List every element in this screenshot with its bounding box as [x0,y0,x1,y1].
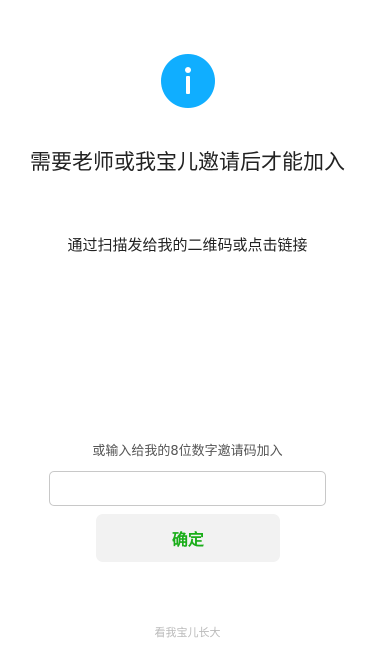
footer-link[interactable]: 看我宝儿长大 [0,625,375,641]
invite-code-input[interactable] [49,471,326,506]
page-title: 需要老师或我宝儿邀请后才能加入 [30,150,345,174]
info-icon [161,54,215,108]
invite-code-label: 或输入给我的8位数字邀请码加入 [92,444,283,459]
confirm-button[interactable]: 确定 [96,514,280,562]
instruction-text: 通过扫描发给我的二维码或点击链接 [67,236,308,254]
